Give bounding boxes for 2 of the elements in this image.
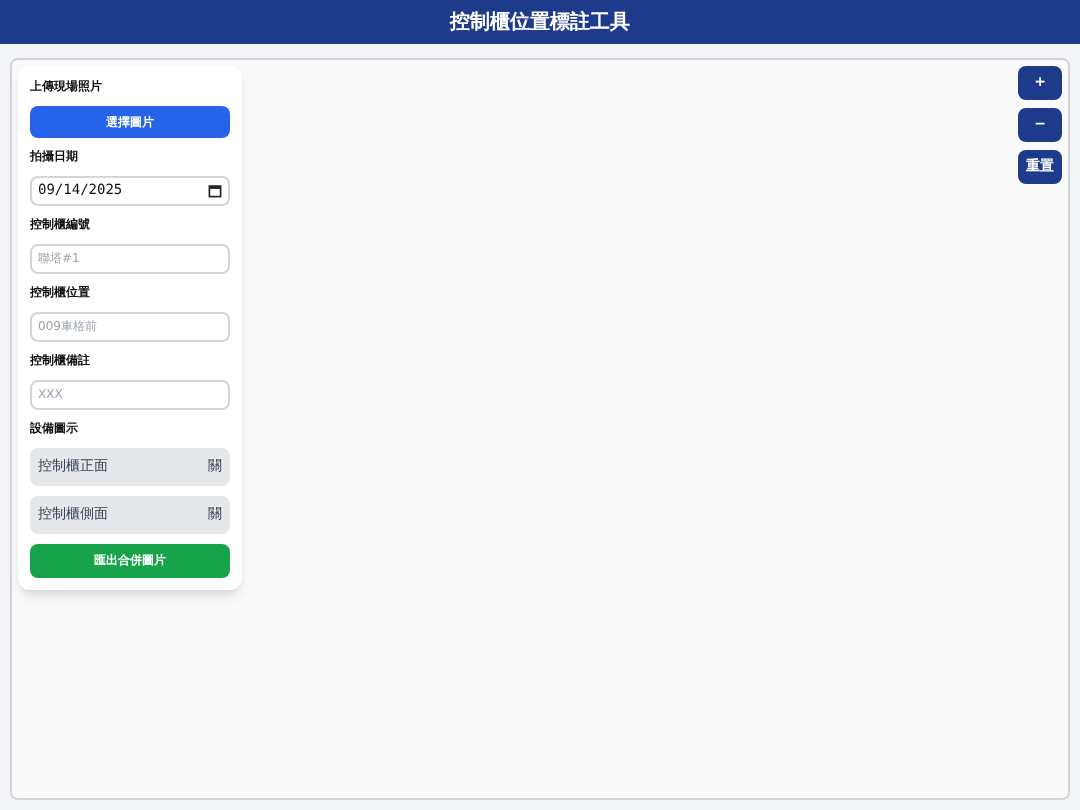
calendar-icon[interactable]: [208, 184, 222, 198]
app-title: 控制櫃位置標註工具: [450, 8, 630, 37]
